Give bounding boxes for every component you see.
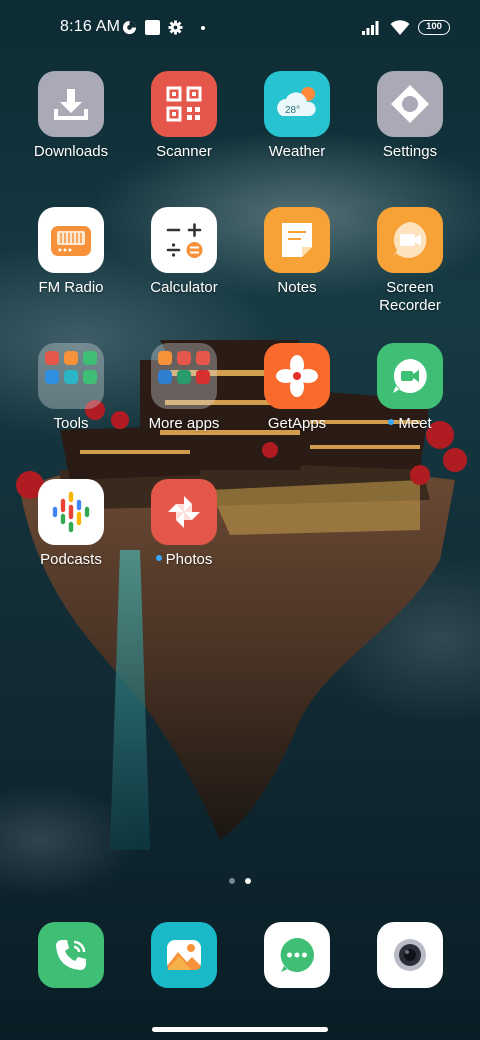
weather-temp: 28° bbox=[285, 105, 300, 116]
meet-icon bbox=[377, 343, 443, 409]
podcasts-icon bbox=[38, 479, 104, 545]
status-system-icons: 100 bbox=[362, 20, 450, 35]
signal-icon bbox=[362, 20, 379, 35]
mini-app-icon bbox=[64, 370, 78, 384]
weather-icon: 28° bbox=[264, 71, 330, 137]
notification-square-icon bbox=[145, 20, 160, 35]
calculator-icon bbox=[151, 207, 217, 273]
app-calculator[interactable]: Calculator bbox=[128, 207, 240, 297]
mini-app-icon bbox=[177, 351, 191, 365]
app-label: Notes bbox=[277, 279, 317, 296]
dock-gallery[interactable] bbox=[128, 922, 240, 988]
phone-icon bbox=[38, 922, 104, 988]
app-weather[interactable]: 28° Weather bbox=[241, 71, 353, 161]
app-label-text: Meet bbox=[398, 415, 432, 432]
mini-app-icon bbox=[158, 351, 172, 365]
mini-app-icon bbox=[45, 370, 59, 384]
app-label: Meet bbox=[354, 415, 466, 433]
app-label: GetApps bbox=[267, 415, 327, 432]
app-label: Photos bbox=[128, 551, 240, 569]
notes-icon bbox=[264, 207, 330, 273]
video-camera-icon bbox=[377, 207, 443, 273]
folder-icon bbox=[38, 343, 104, 409]
app-notes[interactable]: Notes bbox=[241, 207, 353, 297]
app-label: Screen Recorder bbox=[379, 279, 441, 314]
page-dot[interactable] bbox=[229, 878, 235, 884]
app-photos[interactable]: Photos bbox=[128, 479, 240, 569]
page-indicator bbox=[0, 878, 480, 884]
gallery-icon bbox=[151, 922, 217, 988]
app-podcasts[interactable]: Podcasts bbox=[15, 479, 127, 569]
mini-app-icon bbox=[83, 370, 97, 384]
folder-icon bbox=[151, 343, 217, 409]
app-getapps[interactable]: GetApps bbox=[241, 343, 353, 433]
app-screen-recorder[interactable]: Screen Recorder bbox=[354, 207, 466, 315]
wifi-icon bbox=[390, 20, 410, 35]
app-fm-radio[interactable]: FM Radio bbox=[15, 207, 127, 297]
new-badge-dot bbox=[155, 555, 162, 562]
app-settings[interactable]: Settings bbox=[354, 71, 466, 161]
message-icon bbox=[264, 922, 330, 988]
app-scanner[interactable]: Scanner bbox=[128, 71, 240, 161]
download-icon bbox=[38, 71, 104, 137]
dock-messaging[interactable] bbox=[241, 922, 353, 988]
app-label: More apps bbox=[148, 415, 220, 432]
radio-icon bbox=[38, 207, 104, 273]
folder-tools[interactable]: Tools bbox=[15, 343, 127, 433]
app-label: FM Radio bbox=[38, 279, 104, 296]
qr-code-icon bbox=[151, 71, 217, 137]
app-label: Downloads bbox=[33, 143, 109, 160]
app-meet[interactable]: Meet bbox=[354, 343, 466, 433]
camera-icon bbox=[377, 922, 443, 988]
status-bar: 8:16 AM 100 bbox=[0, 0, 480, 56]
new-badge-dot bbox=[388, 419, 395, 426]
pinwheel-icon bbox=[264, 343, 330, 409]
folder-more-apps[interactable]: More apps bbox=[128, 343, 240, 433]
battery-icon: 100 bbox=[418, 20, 450, 35]
app-downloads[interactable]: Downloads bbox=[15, 71, 127, 161]
app-label: Podcasts bbox=[40, 551, 102, 568]
mini-app-icon bbox=[158, 370, 172, 384]
mini-app-icon bbox=[177, 370, 191, 384]
app-label: Tools bbox=[53, 415, 89, 432]
app-label: Weather bbox=[268, 143, 326, 160]
mini-app-icon bbox=[45, 351, 59, 365]
page-dot-active[interactable] bbox=[245, 878, 251, 884]
mini-app-icon bbox=[196, 351, 210, 365]
app-label-text: Photos bbox=[165, 551, 213, 568]
dock-phone[interactable] bbox=[15, 922, 127, 988]
mini-app-icon bbox=[64, 351, 78, 365]
gear-icon bbox=[168, 20, 183, 35]
more-notifications-dot bbox=[201, 25, 205, 30]
dock-camera[interactable] bbox=[354, 922, 466, 988]
pinwheel-icon bbox=[151, 479, 217, 545]
gear-icon bbox=[377, 71, 443, 137]
media-icon bbox=[122, 20, 137, 35]
mini-app-icon bbox=[196, 370, 210, 384]
app-label: Calculator bbox=[150, 279, 218, 296]
mini-app-icon bbox=[83, 351, 97, 365]
app-label: Scanner bbox=[156, 143, 212, 160]
home-indicator[interactable] bbox=[152, 1027, 328, 1032]
status-time: 8:16 AM bbox=[60, 18, 121, 35]
status-notification-icons bbox=[122, 20, 205, 35]
app-label: Settings bbox=[382, 143, 438, 160]
